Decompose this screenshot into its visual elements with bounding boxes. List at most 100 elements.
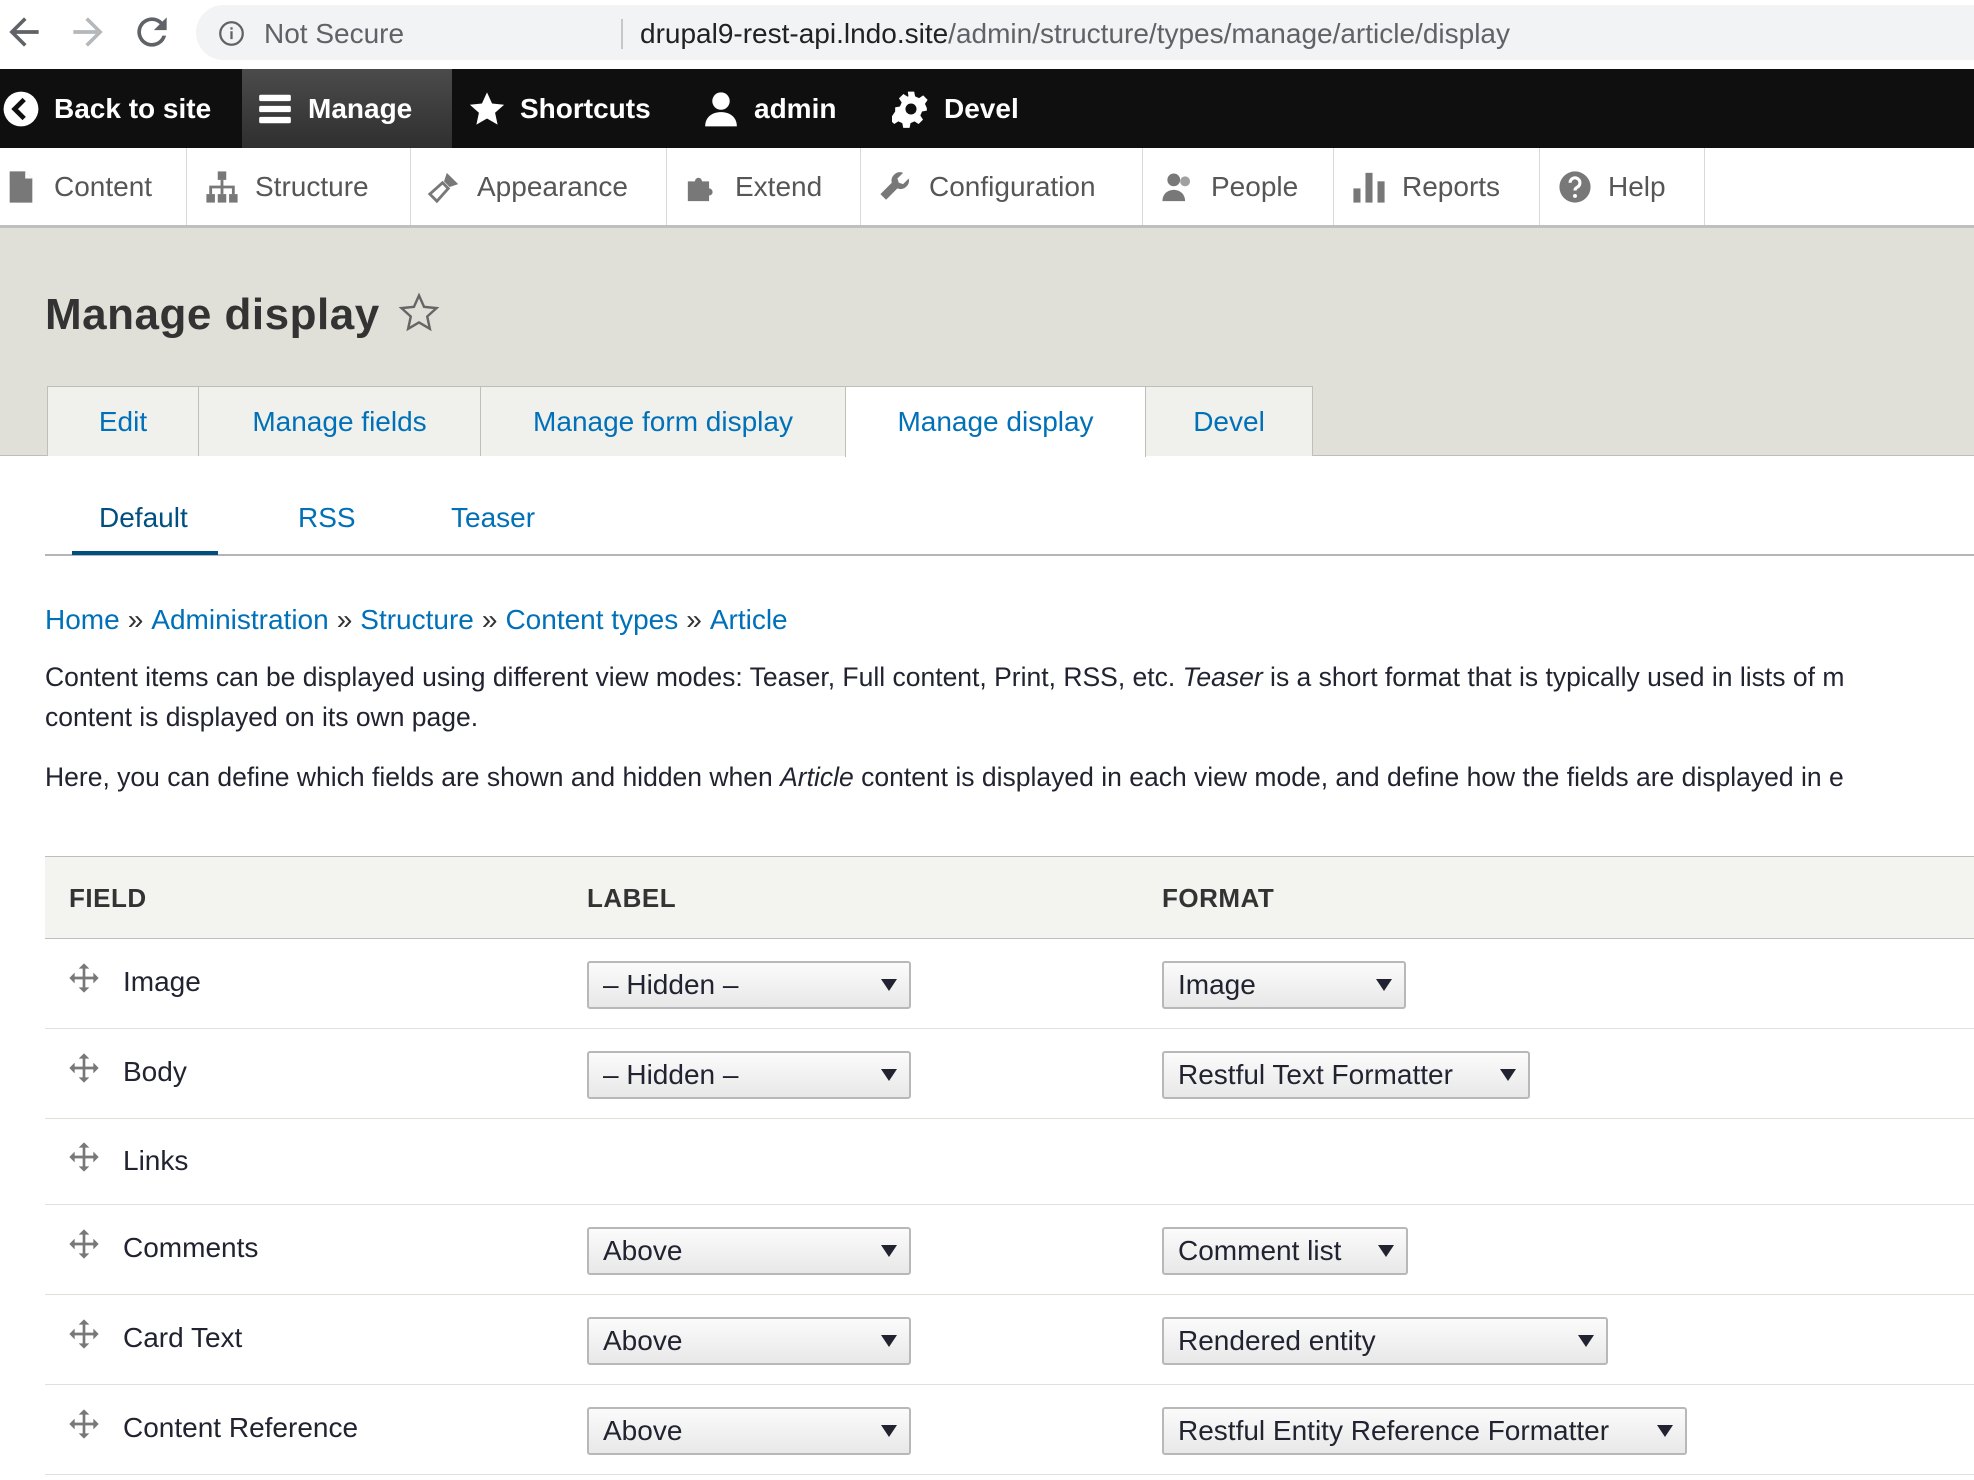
select-value: – Hidden – xyxy=(603,1059,739,1090)
forward-arrow-icon[interactable] xyxy=(66,10,110,54)
select-value: Image xyxy=(1178,969,1256,1000)
devel-toolbar-tab[interactable]: Devel xyxy=(892,69,1019,148)
tab-devel[interactable]: Devel xyxy=(1145,386,1313,456)
view-mode-tabs: Default RSS Teaser xyxy=(45,456,1974,556)
url-path: /admin/structure/types/manage/article/di… xyxy=(948,18,1510,49)
admin-toolbar: Back to site Manage Shortcuts admin Deve… xyxy=(0,69,1974,148)
back-arrow-icon[interactable] xyxy=(2,10,46,54)
table-row: Links xyxy=(45,1119,1974,1205)
paintbrush-icon xyxy=(427,172,459,203)
table-row: Body – Hidden – Restful Text Formatter xyxy=(45,1029,1974,1119)
table-row: Comments Above Comment list xyxy=(45,1205,1974,1295)
admin-menu-tray: Content Structure Appearance Extend Conf… xyxy=(0,148,1974,228)
reload-icon[interactable] xyxy=(130,10,174,54)
tray-item-label: People xyxy=(1211,170,1299,202)
url-text[interactable]: drupal9-rest-api.lndo.site/admin/structu… xyxy=(640,18,1510,50)
breadcrumb-content-types[interactable]: Content types xyxy=(505,604,678,635)
format-select[interactable]: Image xyxy=(1162,961,1406,1009)
help-text-segment: content is displayed in each view mode, … xyxy=(853,762,1844,792)
format-select[interactable]: Restful Entity Reference Formatter xyxy=(1162,1407,1687,1455)
breadcrumb-administration[interactable]: Administration xyxy=(151,604,328,635)
drag-handle-icon[interactable] xyxy=(68,1052,100,1084)
dropdown-arrow-icon xyxy=(1500,1069,1516,1081)
breadcrumb-separator: » xyxy=(686,604,702,635)
subtab-default[interactable]: Default xyxy=(99,502,188,534)
subtab-teaser[interactable]: Teaser xyxy=(451,502,535,534)
tray-item-appearance[interactable]: Appearance xyxy=(411,148,667,225)
column-header-format: FORMAT xyxy=(1162,883,1275,913)
field-name: Comments xyxy=(123,1232,259,1263)
subtab-rss[interactable]: RSS xyxy=(298,502,356,534)
drag-handle-icon[interactable] xyxy=(68,1318,100,1350)
format-select[interactable]: Rendered entity xyxy=(1162,1317,1608,1365)
manage-toolbar-tab[interactable]: Manage xyxy=(242,69,452,148)
back-circle-icon xyxy=(3,91,39,126)
tab-edit[interactable]: Edit xyxy=(47,386,199,456)
sitemap-icon xyxy=(206,170,238,203)
drag-handle-icon[interactable] xyxy=(68,962,100,994)
tray-item-help[interactable]: Help xyxy=(1540,148,1705,225)
star-outline-icon[interactable] xyxy=(398,292,440,334)
help-text-segment: content is displayed on its own page. xyxy=(45,702,479,732)
tray-item-reports[interactable]: Reports xyxy=(1334,148,1540,225)
user-toolbar-tab[interactable]: admin xyxy=(702,69,836,148)
gear-icon xyxy=(892,91,928,128)
format-select[interactable]: Restful Text Formatter xyxy=(1162,1051,1530,1099)
table-row: Card Text Above Rendered entity xyxy=(45,1295,1974,1385)
help-text-view-modes: Content items can be displayed using dif… xyxy=(45,657,1844,737)
address-separator xyxy=(621,19,623,49)
breadcrumb-structure[interactable]: Structure xyxy=(360,604,474,635)
user-label: admin xyxy=(754,92,837,124)
tray-item-structure[interactable]: Structure xyxy=(187,148,411,225)
select-value: Above xyxy=(603,1235,683,1266)
dropdown-arrow-icon xyxy=(881,1069,897,1081)
user-icon xyxy=(705,91,737,126)
shortcuts-toolbar-tab[interactable]: Shortcuts xyxy=(468,69,651,148)
info-icon[interactable] xyxy=(218,20,245,47)
label-select[interactable]: Above xyxy=(587,1407,911,1455)
help-text-fields: Here, you can define which fields are sh… xyxy=(45,757,1844,797)
tray-item-label: Extend xyxy=(735,170,823,202)
breadcrumb-separator: » xyxy=(127,604,144,635)
tab-manage-display[interactable]: Manage display xyxy=(845,386,1146,457)
label-select[interactable]: Above xyxy=(587,1317,911,1365)
drag-handle-icon[interactable] xyxy=(68,1228,100,1260)
breadcrumb-article[interactable]: Article xyxy=(710,604,788,635)
label-select[interactable]: Above xyxy=(587,1227,911,1275)
drag-handle-icon[interactable] xyxy=(68,1408,100,1440)
star-icon xyxy=(469,91,505,125)
help-text-segment: is a short format that is typically used… xyxy=(1262,662,1845,692)
menu-icon xyxy=(259,94,291,123)
select-value: Above xyxy=(603,1415,683,1446)
table-row: Content Reference Above Restful Entity R… xyxy=(45,1385,1974,1475)
back-to-site-link[interactable]: Back to site xyxy=(0,69,211,148)
breadcrumb-home[interactable]: Home xyxy=(45,604,120,635)
address-bar[interactable]: Not Secure drupal9-rest-api.lndo.site/ad… xyxy=(196,5,1974,60)
tray-item-label: Appearance xyxy=(477,170,629,202)
page-header: Manage display Edit Manage fields Manage… xyxy=(0,228,1974,457)
tray-item-extend[interactable]: Extend xyxy=(667,148,861,225)
column-header-field: FIELD xyxy=(69,883,147,913)
field-name: Links xyxy=(123,1145,189,1176)
help-text-segment: Here, you can define which fields are sh… xyxy=(45,762,781,792)
field-name: Content Reference xyxy=(123,1412,359,1443)
drag-handle-icon[interactable] xyxy=(68,1141,100,1173)
label-select[interactable]: – Hidden – xyxy=(587,961,911,1009)
back-to-site-label: Back to site xyxy=(54,92,212,124)
tray-item-configuration[interactable]: Configuration xyxy=(861,148,1143,225)
tab-manage-form-display[interactable]: Manage form display xyxy=(480,386,846,456)
bar-chart-icon xyxy=(1353,172,1385,203)
tab-manage-fields[interactable]: Manage fields xyxy=(198,386,481,456)
breadcrumb-separator: » xyxy=(481,604,498,635)
label-select[interactable]: – Hidden – xyxy=(587,1051,911,1099)
format-select[interactable]: Comment list xyxy=(1162,1227,1408,1275)
select-value: Restful Entity Reference Formatter xyxy=(1178,1415,1610,1446)
dropdown-arrow-icon xyxy=(881,1245,897,1257)
tray-item-label: Help xyxy=(1608,170,1666,202)
field-name: Card Text xyxy=(123,1322,243,1353)
dropdown-arrow-icon xyxy=(1378,1245,1394,1257)
dropdown-arrow-icon xyxy=(1578,1335,1594,1347)
tray-item-content[interactable]: Content xyxy=(0,148,187,225)
dropdown-arrow-icon xyxy=(1657,1425,1673,1437)
tray-item-people[interactable]: People xyxy=(1143,148,1334,225)
